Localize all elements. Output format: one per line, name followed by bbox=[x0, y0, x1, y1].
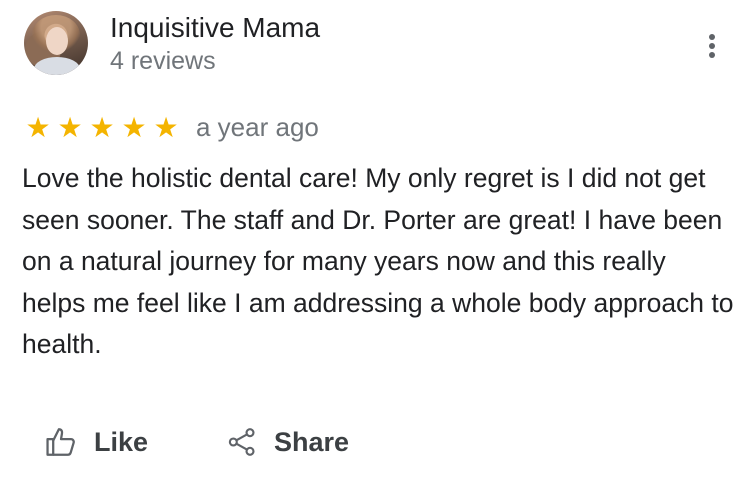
more-options-button[interactable] bbox=[700, 28, 724, 64]
star-icon: ★ bbox=[25, 112, 51, 143]
review-count: 4 reviews bbox=[110, 47, 216, 75]
thumbs-up-icon bbox=[44, 425, 78, 459]
avatar-face bbox=[46, 27, 68, 55]
share-icon bbox=[226, 425, 258, 459]
share-label: Share bbox=[274, 426, 350, 457]
review-time: a year ago bbox=[196, 112, 319, 142]
star-icon: ★ bbox=[153, 112, 179, 143]
more-vertical-icon-dot bbox=[709, 52, 715, 58]
review-card: Inquisitive Mama 4 reviews ★ ★ ★ ★ ★ a y… bbox=[0, 0, 744, 478]
like-label: Like bbox=[94, 426, 149, 457]
share-button[interactable]: Share bbox=[226, 420, 349, 464]
more-vertical-icon bbox=[709, 34, 715, 40]
star-rating: ★ ★ ★ ★ ★ bbox=[24, 114, 180, 142]
star-icon: ★ bbox=[121, 112, 147, 143]
author-name[interactable]: Inquisitive Mama bbox=[110, 12, 320, 44]
star-icon: ★ bbox=[57, 112, 83, 143]
avatar-shirt bbox=[34, 57, 80, 75]
star-icon: ★ bbox=[89, 112, 115, 143]
review-text: Love the holistic dental care! My only r… bbox=[22, 163, 734, 359]
avatar[interactable] bbox=[24, 11, 88, 75]
like-button[interactable]: Like bbox=[44, 420, 148, 464]
more-vertical-icon-dot bbox=[709, 43, 715, 49]
